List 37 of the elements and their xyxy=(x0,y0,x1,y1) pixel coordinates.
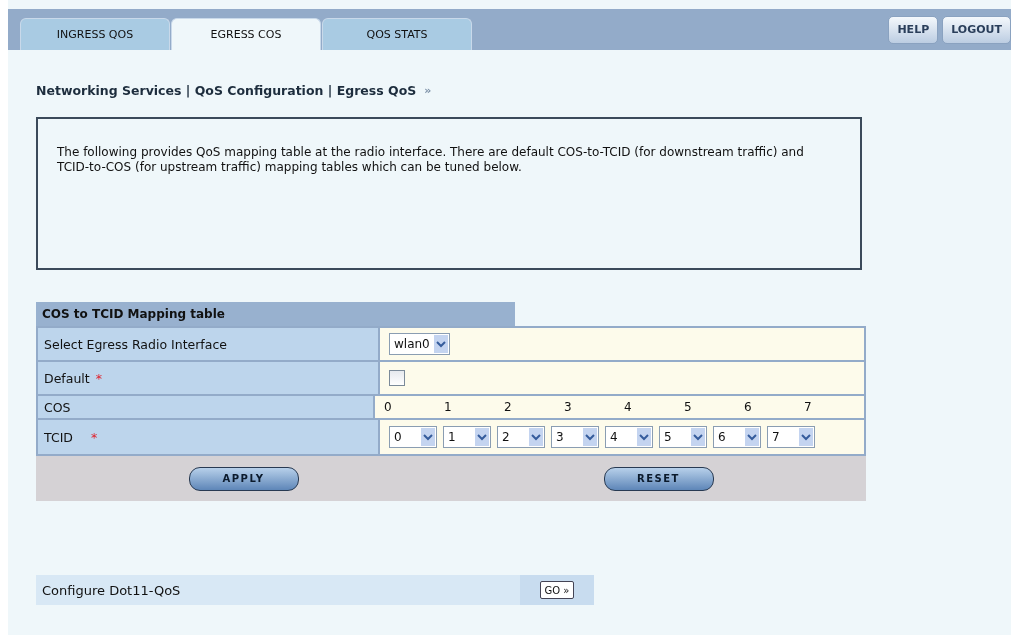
cos-number: 1 xyxy=(444,400,453,414)
cos-number: 0 xyxy=(384,400,393,414)
header-button[interactable]: LOGOUT xyxy=(942,15,1011,44)
description-text: The following provides QoS mapping table at the radio interface. There are default COS-to-TCID (for downstream traffic) and TCID-to-COS (for upstream traffic) mapping tables which can be tuned below. xyxy=(57,145,805,175)
row-label: Select Egress Radio Interface xyxy=(44,336,227,352)
required-asterisk: * xyxy=(90,429,98,445)
row-label: Default xyxy=(44,370,90,386)
required-asterisk: * xyxy=(95,370,102,386)
row-label: TCID xyxy=(44,429,73,445)
go-button[interactable]: GO » xyxy=(539,581,575,599)
cos-number: 5 xyxy=(684,400,693,414)
breadcrumb: Networking Services | QoS Configuration | Egress QoS xyxy=(36,82,417,98)
action-button[interactable]: APPLY xyxy=(188,466,299,491)
tab[interactable]: INGRESS QOS xyxy=(20,18,170,50)
tcid-dropdown[interactable]: 6 xyxy=(713,426,761,448)
tcid-dropdown[interactable]: 3 xyxy=(551,426,599,448)
tcid-dropdown[interactable]: 1 xyxy=(443,426,491,448)
tcid-dropdown[interactable]: 5 xyxy=(659,426,707,448)
cos-number: 2 xyxy=(504,400,513,414)
tcid-dropdown[interactable]: 7 xyxy=(767,426,815,448)
row-label: COS xyxy=(44,399,71,415)
cos-number: 3 xyxy=(564,400,573,414)
cos-number: 6 xyxy=(744,400,753,414)
dot11-label: Configure Dot11-QoS xyxy=(42,582,181,598)
checkbox[interactable] xyxy=(389,370,405,386)
action-button[interactable]: RESET xyxy=(603,466,714,491)
cos-number: 4 xyxy=(624,400,633,414)
tab[interactable]: QOS STATS xyxy=(322,18,472,50)
tcid-dropdown[interactable]: 0 xyxy=(389,426,437,448)
cos-number: 7 xyxy=(804,400,813,414)
interface-dropdown[interactable]: wlan0 xyxy=(389,333,450,355)
table-title: COS to TCID Mapping table xyxy=(36,302,515,326)
tab[interactable]: EGRESS COS xyxy=(171,18,321,50)
breadcrumb-arrow: » xyxy=(424,83,432,97)
header-button[interactable]: HELP xyxy=(888,15,939,44)
tcid-dropdown[interactable]: 4 xyxy=(605,426,653,448)
tcid-dropdown[interactable]: 2 xyxy=(497,426,545,448)
